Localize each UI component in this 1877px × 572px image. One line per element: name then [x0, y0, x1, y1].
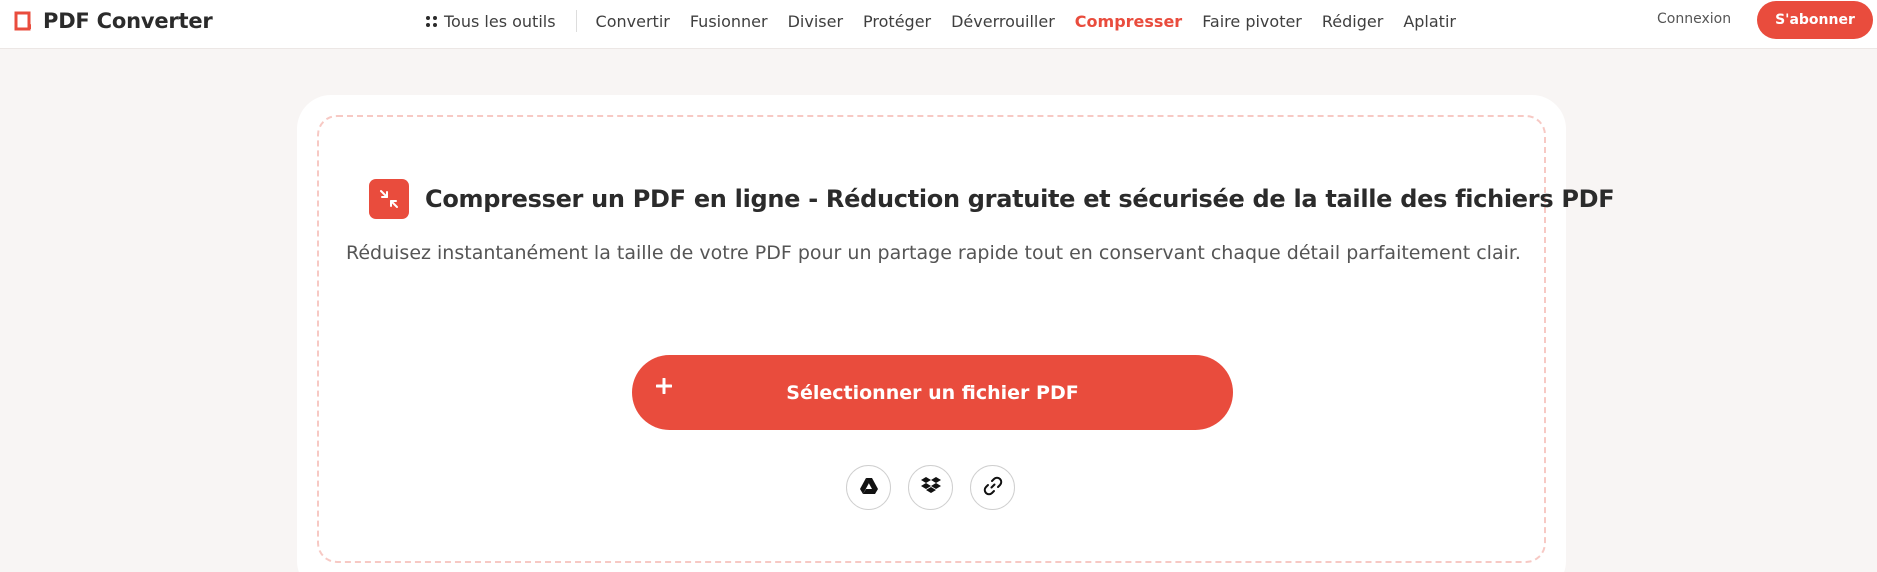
top-navigation-bar: PDF Converter Tous les outils Convertir … [0, 0, 1877, 49]
main-nav: Tous les outils Convertir Fusionner Divi… [426, 9, 1476, 33]
google-drive-button[interactable] [846, 465, 891, 510]
link-icon [983, 476, 1003, 500]
dropbox-icon [920, 476, 941, 499]
login-link[interactable]: Connexion [1657, 11, 1731, 27]
page-subtitle: Réduisez instantanément la taille de vot… [346, 242, 1521, 264]
title-row: Compresser un PDF en ligne - Réduction g… [369, 179, 1615, 219]
nav-all-tools[interactable]: Tous les outils [426, 12, 556, 31]
nav-item-aplatir[interactable]: Aplatir [1403, 12, 1456, 31]
nav-divider [575, 10, 577, 32]
plus-icon [655, 377, 673, 395]
dropbox-button[interactable] [908, 465, 953, 510]
nav-item-faire-pivoter[interactable]: Faire pivoter [1202, 12, 1302, 31]
subscribe-button[interactable]: S'abonner [1757, 1, 1873, 39]
select-pdf-button-label: Sélectionner un fichier PDF [786, 381, 1079, 404]
nav-item-deverrouiller[interactable]: Déverrouiller [951, 12, 1055, 31]
page-title: Compresser un PDF en ligne - Réduction g… [425, 185, 1615, 213]
nav-item-fusionner[interactable]: Fusionner [690, 12, 768, 31]
nav-all-tools-label: Tous les outils [444, 11, 556, 31]
nav-item-rediger[interactable]: Rédiger [1322, 12, 1383, 31]
pdf-converter-logo-icon [12, 10, 34, 32]
file-drop-zone[interactable]: Compresser un PDF en ligne - Réduction g… [316, 115, 1615, 563]
cloud-source-buttons [316, 465, 1545, 510]
nav-item-compresser[interactable]: Compresser [1075, 12, 1182, 31]
compress-icon [369, 179, 409, 219]
link-url-button[interactable] [970, 465, 1015, 510]
select-pdf-button[interactable]: Sélectionner un fichier PDF [632, 355, 1233, 430]
compress-tool-card: Compresser un PDF en ligne - Réduction g… [297, 95, 1615, 572]
nav-item-convertir[interactable]: Convertir [596, 12, 670, 31]
grid-dots-icon [426, 15, 437, 27]
brand-logo[interactable]: PDF Converter [12, 7, 213, 35]
nav-item-diviser[interactable]: Diviser [788, 12, 843, 31]
google-drive-icon [859, 477, 879, 499]
nav-item-proteger[interactable]: Protéger [863, 12, 931, 31]
brand-name: PDF Converter [43, 9, 213, 33]
